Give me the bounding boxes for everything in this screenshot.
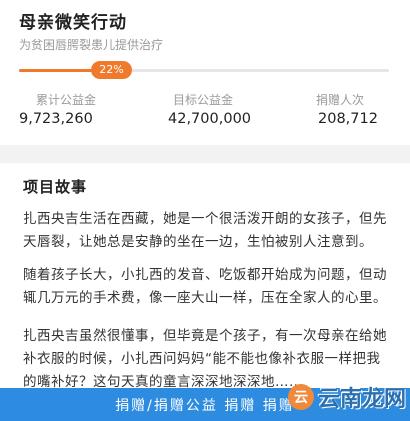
section-divider [0, 145, 410, 163]
stat-label-donors: 捐赠人次 [316, 93, 365, 107]
stat-value-donors: 208,712 [318, 111, 378, 127]
watermark: 云 云南龙网 [287, 380, 406, 414]
story-paragraph: 随着孩子长大，小扎西的发音、吃饭都开始成为问题，但动辄几万元的手术费，像一座大山… [23, 267, 387, 306]
progress-percent-badge: 22% [91, 61, 132, 79]
stat-label-raised: 累计公益金 [36, 93, 97, 107]
project-header: 母亲微笑行动 为贫困唇腭裂患儿提供治疗 22% 累计公益金 9,723,260 … [0, 0, 410, 145]
page-title: 母亲微笑行动 [19, 13, 127, 33]
donate-button-label: 捐赠/捐赠公益 捐赠 捐赠 [115, 397, 295, 414]
stat-value-target: 42,700,000 [168, 111, 252, 127]
watermark-logo-icon: 云 [287, 384, 314, 410]
progress-fill [19, 69, 101, 72]
story-paragraph: 扎西央吉生活在西藏，她是一个很活泼开朗的女孩子，但先天唇裂，让她总是安静的坐在一… [23, 211, 387, 250]
stat-label-target: 目标公益金 [173, 93, 234, 107]
progress-bar [19, 69, 389, 72]
page-subtitle: 为贫困唇腭裂患儿提供治疗 [19, 38, 164, 52]
story-heading: 项目故事 [23, 178, 88, 196]
stat-value-raised: 9,723,260 [19, 111, 93, 127]
watermark-text: 云南龙网 [317, 386, 406, 412]
